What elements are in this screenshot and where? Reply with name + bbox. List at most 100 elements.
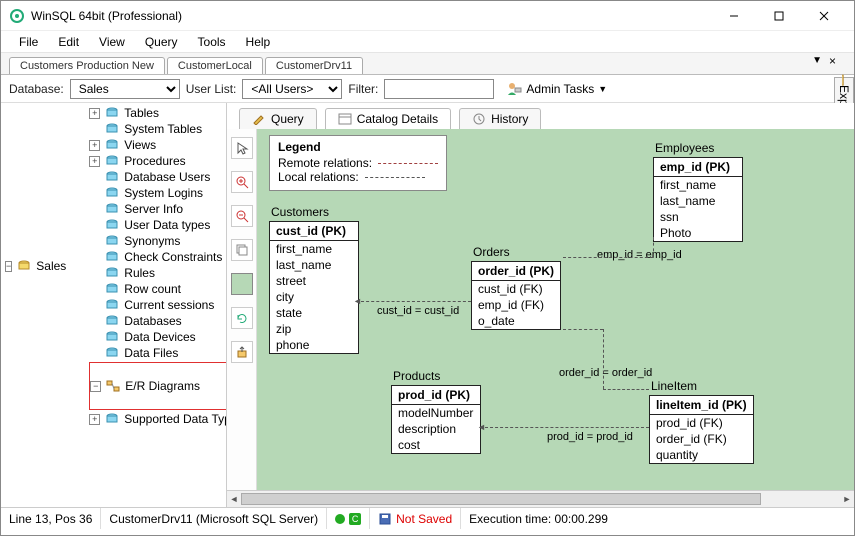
userlist-select[interactable]: <All Users> [242,79,342,99]
object-tree[interactable]: −Sales +TablesSystem Tables+Views+Proced… [1,103,227,507]
tree-label: System Tables [122,121,204,137]
entity-employees[interactable]: Employees emp_id (PK) first_name last_na… [653,141,743,242]
entity-products[interactable]: Products prod_id (PK) modelNumber descri… [391,369,481,454]
connection-tabs: Customers Production New CustomerLocal C… [1,53,854,75]
tree-icon [105,283,119,295]
tree-icon [105,139,119,151]
entity-orders[interactable]: Orders order_id (PK) cust_id (FK) emp_id… [471,245,561,330]
tree-item[interactable]: +Supported Data Types [89,411,227,427]
menu-bar: File Edit View Query Tools Help [1,31,854,53]
menu-help[interactable]: Help [236,33,281,51]
entity-customers[interactable]: Customers cust_id (PK) first_name last_n… [269,205,359,354]
tree-item[interactable]: +Views [89,137,227,153]
tree-item[interactable]: Row count [89,281,227,297]
tree-item[interactable]: Synonyms [89,233,227,249]
tool-zoom-out[interactable] [231,205,253,227]
chevron-down-icon: ▼ [598,84,607,94]
tool-color-swatch[interactable] [231,273,253,295]
tree-item[interactable]: Current sessions [89,297,227,313]
status-conn: CustomerDrv11 (Microsoft SQL Server) [101,508,327,529]
tree-item[interactable]: Databases [89,313,227,329]
legend-title: Legend [278,140,438,154]
entity-pk: order_id (PK) [472,262,560,281]
main-area: −Sales +TablesSystem Tables+Views+Proced… [1,103,854,507]
tree-icon [105,347,119,359]
tree-item[interactable]: +Procedures [89,153,227,169]
tree-label: User Data types [122,217,212,233]
tree-root[interactable]: −Sales +TablesSystem Tables+Views+Proced… [5,105,226,427]
tree-icon [105,413,119,425]
canvas-hscroll[interactable]: ◄ ► [227,490,854,507]
tree-item[interactable]: Database Users [89,169,227,185]
menu-edit[interactable]: Edit [48,33,89,51]
menu-tools[interactable]: Tools [188,33,236,51]
diagram-tools [227,129,257,490]
tree-item[interactable]: System Tables [89,121,227,137]
tree-item[interactable]: −E/R DiagramsComplete DBMost Important [90,364,227,408]
tab-history[interactable]: History [459,108,541,129]
tree-item[interactable]: System Logins [89,185,227,201]
scroll-thumb[interactable] [241,493,761,505]
view-tabs: Query Catalog Details History [227,103,854,129]
minimize-button[interactable] [711,1,756,30]
filter-input[interactable] [384,79,494,99]
tabs-caret-icon[interactable]: ▼ [812,55,822,66]
tree-item[interactable]: Data Devices [89,329,227,345]
rel-line [603,329,604,389]
menu-view[interactable]: View [89,33,135,51]
entity-title: Products [391,369,481,383]
er-highlight-box: −E/R DiagramsComplete DBMost Important [89,362,227,410]
entity-title: Customers [269,205,359,219]
tree-icon [105,171,119,183]
explorer-icon [842,74,846,86]
tree-item[interactable]: Server Info [89,201,227,217]
tab-query[interactable]: Query [239,108,317,129]
status-saved: Not Saved [370,508,461,529]
tree-icon [105,203,119,215]
close-button[interactable] [801,1,846,30]
tab-catalog[interactable]: Catalog Details [325,108,451,129]
tree-icon [105,251,119,263]
maximize-button[interactable] [756,1,801,30]
tool-copy[interactable] [231,239,253,261]
tool-export[interactable] [231,341,253,363]
menu-file[interactable]: File [9,33,48,51]
tree-item[interactable]: Rules [89,265,227,281]
database-select[interactable]: Sales [70,79,180,99]
canvas-wrap: Legend Remote relations: Local relations… [227,129,854,490]
entity-lineitem[interactable]: LineItem lineItem_id (PK) prod_id (FK) o… [649,379,754,464]
tabs-close-icon[interactable]: × [829,54,836,68]
rel-line [563,329,603,330]
tree-item[interactable]: User Data types [89,217,227,233]
tree-icon [105,219,119,231]
tree-item[interactable]: +Tables [89,105,227,121]
tree-icon [105,235,119,247]
tree-icon [105,331,119,343]
tool-refresh[interactable] [231,307,253,329]
app-icon [9,8,25,24]
scroll-left-icon[interactable]: ◄ [227,491,241,507]
conn-tab-0[interactable]: Customers Production New [9,57,165,74]
tree-item[interactable]: Check Constraints [89,249,227,265]
tree-label: Database Users [122,169,212,185]
er-canvas[interactable]: Legend Remote relations: Local relations… [257,129,854,490]
tree-label: Supported Data Types [122,411,227,427]
legend-box: Legend Remote relations: Local relations… [269,135,447,191]
status-pos: Line 13, Pos 36 [1,508,101,529]
scroll-right-icon[interactable]: ► [840,491,854,507]
tool-zoom-in[interactable] [231,171,253,193]
status-indicators: C [327,508,370,529]
tree-icon [106,380,120,392]
tool-pointer[interactable] [231,137,253,159]
tree-label: Procedures [122,153,187,169]
tree-label: Check Constraints [122,249,224,265]
status-exec: Execution time: 00:00.299 [461,508,616,529]
rel-line [563,257,653,258]
tree-icon [105,123,119,135]
catalog-icon [338,113,352,125]
tree-item[interactable]: Data Files [89,345,227,361]
admin-tasks-button[interactable]: Admin Tasks ▼ [506,81,607,97]
conn-tab-2[interactable]: CustomerDrv11 [265,57,363,74]
menu-query[interactable]: Query [135,33,188,51]
conn-tab-1[interactable]: CustomerLocal [167,57,263,74]
